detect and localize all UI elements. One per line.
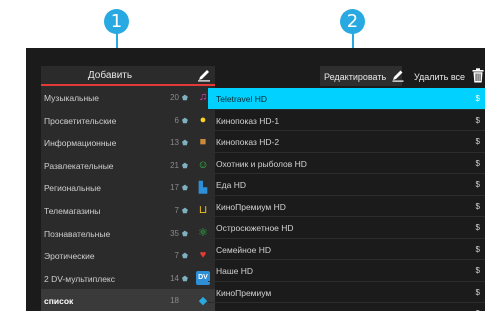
category-item[interactable]: Информационные 13 ⬟ ■ [41,131,215,154]
category-name: Развлекательные [44,160,114,171]
shield-icon: ⬟ [181,95,188,102]
category-count: 35 [170,228,179,238]
channel-name: КиноПремиум [216,287,272,298]
add-header[interactable]: Добавить [41,66,215,86]
callout-marker-1: 1 [104,9,129,34]
category-item[interactable]: список 18 ◆ [41,289,215,311]
category-count: 6 [174,115,179,125]
category-name: Музыкальные [44,93,99,103]
channel-name: Кинопоказ HD-2 [216,137,280,147]
category-count: 13 [170,138,179,148]
channel-name: Еда HD [216,180,246,190]
shield-icon: ⬟ [181,162,188,170]
pencil-icon[interactable] [197,68,211,85]
paid-marker: $ [475,137,480,146]
category-name: Эротические [44,251,95,262]
edit-button[interactable]: Редактировать [320,66,404,86]
category-item[interactable]: Телемагазины 7 ⬟ ⊔ [41,199,215,222]
paid-marker: $ [475,201,480,211]
category-count: 21 [170,160,179,170]
channel-name: Семейное HD [216,244,271,255]
channel-name: КиноПремиум HD [216,201,286,212]
category-count: 18 [170,296,179,306]
channel-name: Teletravel HD [216,94,268,104]
category-count: 7 [174,251,179,261]
channel-item[interactable]: КиноПремиум HD $ [208,196,485,217]
tv-screen: Добавить Музыкальные 20 ⬟ ♫ Просветительские… [26,48,485,311]
add-label: Добавить [87,70,133,81]
category-item[interactable]: Эротические 7 ⬟ ♥ [41,244,215,267]
shield-icon: ⬟ [181,140,188,148]
channel-name: Кинопоказ HD-1 [216,115,280,126]
channel-name: Охотник и рыболов HD [216,158,307,169]
shield-icon: ⬟ [181,185,188,193]
channel-item[interactable]: Семейное HD $ [208,239,485,260]
channel-item[interactable]: Остросюжетное $ [208,303,485,311]
shield-icon: ⬟ [181,275,188,283]
channel-item[interactable]: Кинопоказ HD-1 $ [208,110,485,131]
channel-name: Остросюжетное HD [216,223,294,233]
paid-marker: $ [475,158,480,168]
paid-marker: $ [475,180,480,189]
delete-all-button[interactable]: Удалить все [414,66,485,86]
delete-all-label: Удалить все [414,72,466,82]
channel-list: Teletravel HD $ Кинопоказ HD-1 $ Кинопоказ H… [208,88,485,311]
category-panel: Добавить Музыкальные 20 ⬟ ♫ Просветительские… [41,66,215,311]
category-item[interactable]: Просветительские 6 ⬟ ● [41,109,215,132]
channel-toolbar: Редактировать Удалить все [216,66,485,88]
paid-marker: $ [475,115,480,125]
channel-name: Остросюжетное [216,309,279,311]
shield-icon: ⬟ [181,117,188,125]
category-name: Телемагазины [44,205,101,216]
shield-icon: ⬟ [181,230,188,238]
category-count: 7 [174,205,179,215]
channel-item[interactable]: КиноПремиум $ [208,282,485,303]
category-list: Музыкальные 20 ⬟ ♫ Просветительские 6 ⬟ ● Информ… [41,86,215,311]
category-name: 2 DV-мультиплекс [44,273,115,284]
category-item[interactable]: 2 DV-мультиплекс 14 ⬟ DV [41,267,215,290]
paid-marker: $ [475,223,480,232]
paid-marker: $ [475,94,480,103]
category-name: Информационные [44,138,117,149]
shield-icon: ⬟ [181,253,188,261]
category-item[interactable]: Музыкальные 20 ⬟ ♫ [41,86,215,109]
category-name: Региональные [44,183,101,194]
channel-item[interactable]: Наше HD $ [208,260,485,282]
paid-marker: $ [475,287,480,297]
channel-item[interactable]: Охотник и рыболов HD $ [208,153,485,174]
callout-marker-2: 2 [340,9,365,34]
category-name: список [44,296,74,307]
category-count: 14 [170,273,179,283]
channel-item[interactable]: Остросюжетное HD $ [208,217,485,239]
pencil-icon [392,69,404,84]
channel-item[interactable]: Еда HD $ [208,174,485,196]
category-name: Просветительские [44,115,117,126]
paid-marker: $ [475,266,480,275]
channel-item[interactable]: Кинопоказ HD-2 $ [208,131,485,153]
paid-marker: $ [475,244,480,254]
paid-marker: $ [476,309,480,311]
shield-icon: ⬟ [181,207,188,215]
category-name: Познавательные [44,228,111,239]
category-item[interactable]: Региональные 17 ⬟ ▙ [41,176,215,199]
edit-label: Редактировать [324,72,387,82]
channel-item[interactable]: Teletravel HD $ [208,88,485,110]
channel-name: Наше HD [216,266,254,276]
category-count: 17 [170,183,179,193]
category-item[interactable]: Развлекательные 21 ⬟ ☺ [41,154,215,177]
category-item[interactable]: Познавательные 35 ⬟ ⚛ [41,222,215,245]
category-count: 20 [170,93,179,102]
trash-icon [472,68,484,85]
